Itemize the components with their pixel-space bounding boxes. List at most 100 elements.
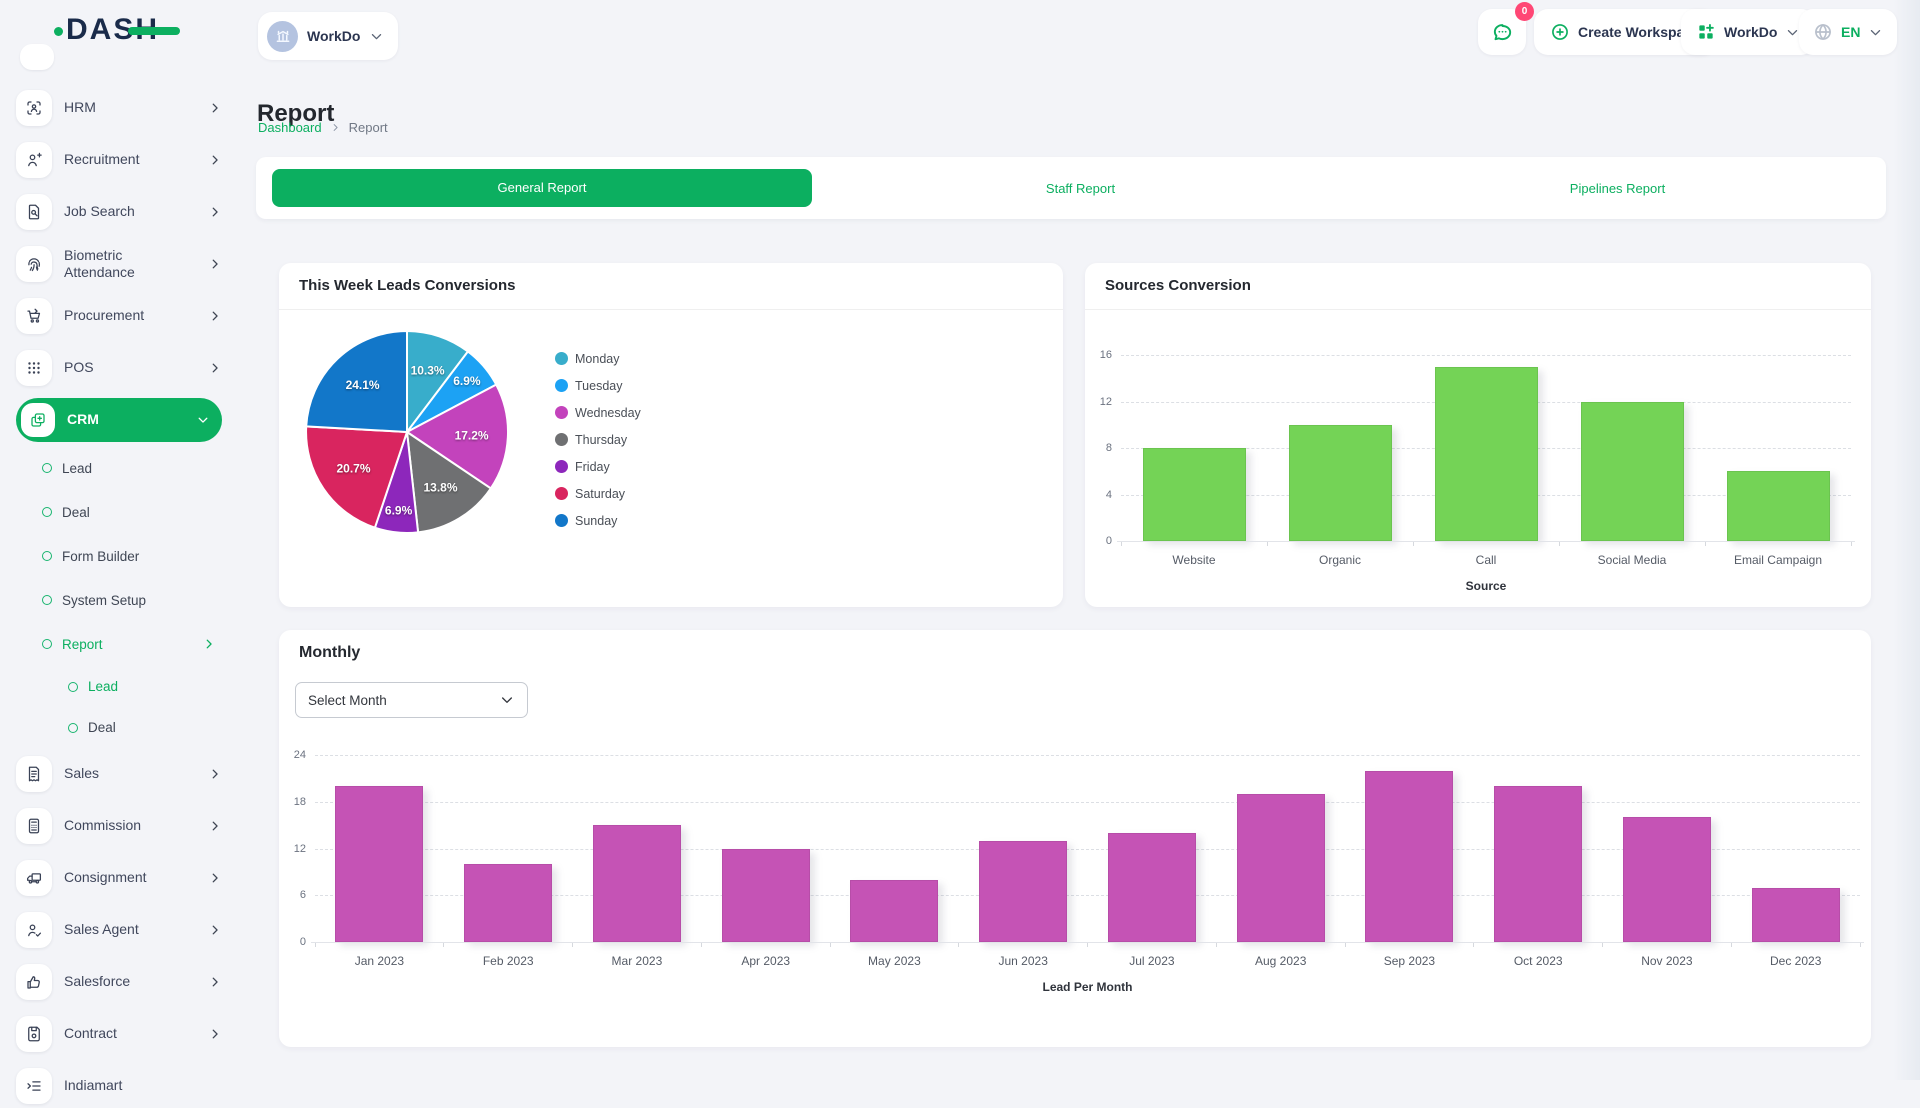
icon-tile bbox=[16, 1068, 52, 1104]
building-icon bbox=[274, 27, 292, 45]
workspace-switcher[interactable]: WorkDo bbox=[258, 12, 398, 60]
pie-value-label: 20.7% bbox=[336, 461, 370, 475]
pie-legend: MondayTuesdayWednesdayThursdayFridaySatu… bbox=[555, 345, 641, 534]
sidebar-item-procurement[interactable]: Procurement bbox=[16, 294, 222, 338]
x-axis-label: Website bbox=[1121, 553, 1267, 567]
tab-staff-report[interactable]: Staff Report bbox=[812, 181, 1349, 196]
y-axis-tick: 0 bbox=[300, 936, 306, 948]
bar-jun-2023 bbox=[979, 841, 1067, 942]
x-axis-label: Mar 2023 bbox=[573, 954, 702, 968]
pie-value-label: 17.2% bbox=[455, 428, 489, 442]
leads-conversions-title: This Week Leads Conversions bbox=[299, 277, 515, 294]
legend-label: Saturday bbox=[575, 487, 625, 501]
x-axis-label: Feb 2023 bbox=[444, 954, 573, 968]
chevron-down-icon bbox=[499, 692, 515, 708]
sidebar-item-label: POS bbox=[64, 359, 94, 377]
bullet-icon bbox=[42, 639, 52, 649]
sidebar-item-consignment[interactable]: Consignment bbox=[16, 856, 222, 900]
workspace-avatar bbox=[267, 21, 298, 52]
sidebar-item-label: Recruitment bbox=[64, 151, 139, 169]
sidebar-item-label: Contract bbox=[64, 1025, 117, 1043]
pie-value-label: 10.3% bbox=[411, 364, 445, 378]
legend-item-tuesday: Tuesday bbox=[555, 372, 641, 399]
y-axis-tick: 8 bbox=[1106, 442, 1112, 454]
fingerprint-icon bbox=[25, 255, 43, 273]
x-axis-label: Oct 2023 bbox=[1474, 954, 1603, 968]
legend-item-sunday: Sunday bbox=[555, 507, 641, 534]
x-axis-line bbox=[1117, 541, 1855, 542]
chevron-right-icon bbox=[208, 309, 222, 323]
legend-dot bbox=[555, 487, 568, 500]
bullet-icon bbox=[42, 595, 52, 605]
chevron-right-icon bbox=[208, 923, 222, 937]
sidebar-item-contract[interactable]: Contract bbox=[16, 1012, 222, 1056]
sidebar-item-job-search[interactable]: Job Search bbox=[16, 190, 222, 234]
sidebar-subitem-system-setup[interactable]: System Setup bbox=[16, 582, 222, 618]
chevron-right-icon bbox=[208, 153, 222, 167]
leads-pie-svg: 10.3%6.9%17.2%13.8%6.9%20.7%24.1% bbox=[301, 326, 513, 538]
messages-button[interactable]: 0 bbox=[1478, 9, 1526, 55]
sidebar-subitem-label: Deal bbox=[62, 505, 90, 520]
sidebar-subitem-form-builder[interactable]: Form Builder bbox=[16, 538, 222, 574]
sidebar-item-hrm[interactable]: HRM bbox=[16, 86, 222, 130]
workspace-menu-button[interactable]: WorkDo bbox=[1681, 9, 1815, 55]
sidebar-item-label: HRM bbox=[64, 99, 96, 117]
bar-jul-2023 bbox=[1108, 833, 1196, 942]
app-logo[interactable]: DASH bbox=[58, 13, 159, 47]
legend-item-friday: Friday bbox=[555, 453, 641, 480]
month-select-dropdown[interactable]: Select Month bbox=[295, 682, 528, 718]
y-axis-tick: 16 bbox=[1100, 349, 1112, 361]
breadcrumb-dashboard-link[interactable]: Dashboard bbox=[258, 120, 322, 135]
chevron-right-icon bbox=[208, 361, 222, 375]
chevron-right-icon bbox=[208, 819, 222, 833]
monthly-card: Monthly Select Month 06121824Jan 2023Feb… bbox=[279, 630, 1871, 1047]
calculator-icon bbox=[25, 817, 43, 835]
sidebar-item-salesforce[interactable]: Salesforce bbox=[16, 960, 222, 1004]
sources-conversion-title: Sources Conversion bbox=[1105, 277, 1251, 294]
chevron-right-icon bbox=[208, 1027, 222, 1041]
sidebar-item-recruitment[interactable]: Recruitment bbox=[16, 138, 222, 182]
icon-tile bbox=[16, 964, 52, 1000]
sidebar-subitem-deal[interactable]: Deal bbox=[16, 711, 222, 744]
sidebar-nav: HRM Recruitment Job Search Biometric Attend… bbox=[16, 86, 222, 1108]
chevron-right-icon bbox=[330, 122, 341, 133]
y-axis-tick: 18 bbox=[294, 796, 306, 808]
chevron-right-icon bbox=[202, 637, 216, 651]
sidebar-subitem-report[interactable]: Report bbox=[16, 626, 222, 662]
grid-plus-icon bbox=[1696, 22, 1716, 42]
chevron-right-icon bbox=[208, 101, 222, 115]
monthly-title: Monthly bbox=[299, 644, 360, 662]
chevron-down-icon bbox=[369, 29, 384, 44]
bar-oct-2023 bbox=[1494, 786, 1582, 942]
sidebar-item-indiamart[interactable]: Indiamart bbox=[16, 1064, 222, 1108]
sidebar-subitem-lead[interactable]: Lead bbox=[16, 450, 222, 486]
language-menu-button[interactable]: EN bbox=[1799, 9, 1897, 55]
icon-tile bbox=[16, 90, 52, 126]
y-axis-tick: 4 bbox=[1106, 489, 1112, 501]
month-select-value: Select Month bbox=[308, 693, 387, 708]
bullet-icon bbox=[68, 682, 78, 692]
legend-dot bbox=[555, 379, 568, 392]
bar-mar-2023 bbox=[593, 825, 681, 942]
truck-icon bbox=[25, 869, 43, 887]
sidebar-item-pos[interactable]: POS bbox=[16, 346, 222, 390]
tab-pipelines-report[interactable]: Pipelines Report bbox=[1349, 181, 1886, 196]
building-icon bbox=[274, 27, 292, 45]
sidebar-item-biometric-attendance[interactable]: Biometric Attendance bbox=[16, 242, 222, 286]
sidebar-item-crm[interactable]: CRM bbox=[16, 398, 222, 442]
chevron-right-icon bbox=[330, 122, 341, 133]
x-axis-label: Aug 2023 bbox=[1216, 954, 1345, 968]
leads-pie-chart: 10.3%6.9%17.2%13.8%6.9%20.7%24.1% bbox=[301, 326, 513, 538]
sidebar-item-commission[interactable]: Commission bbox=[16, 804, 222, 848]
bar-email-campaign bbox=[1727, 471, 1830, 541]
x-axis-label: Dec 2023 bbox=[1731, 954, 1860, 968]
sidebar-subitem-lead[interactable]: Lead bbox=[16, 670, 222, 703]
sidebar-item-sales[interactable]: Sales bbox=[16, 752, 222, 796]
bar-social-media bbox=[1581, 402, 1684, 542]
bar-organic bbox=[1289, 425, 1392, 541]
sidebar-subitem-deal[interactable]: Deal bbox=[16, 494, 222, 530]
x-axis-label: Jul 2023 bbox=[1088, 954, 1217, 968]
gridline bbox=[315, 802, 1860, 803]
sidebar-item-sales-agent[interactable]: Sales Agent bbox=[16, 908, 222, 952]
tab-general-report[interactable]: General Report bbox=[272, 169, 812, 207]
